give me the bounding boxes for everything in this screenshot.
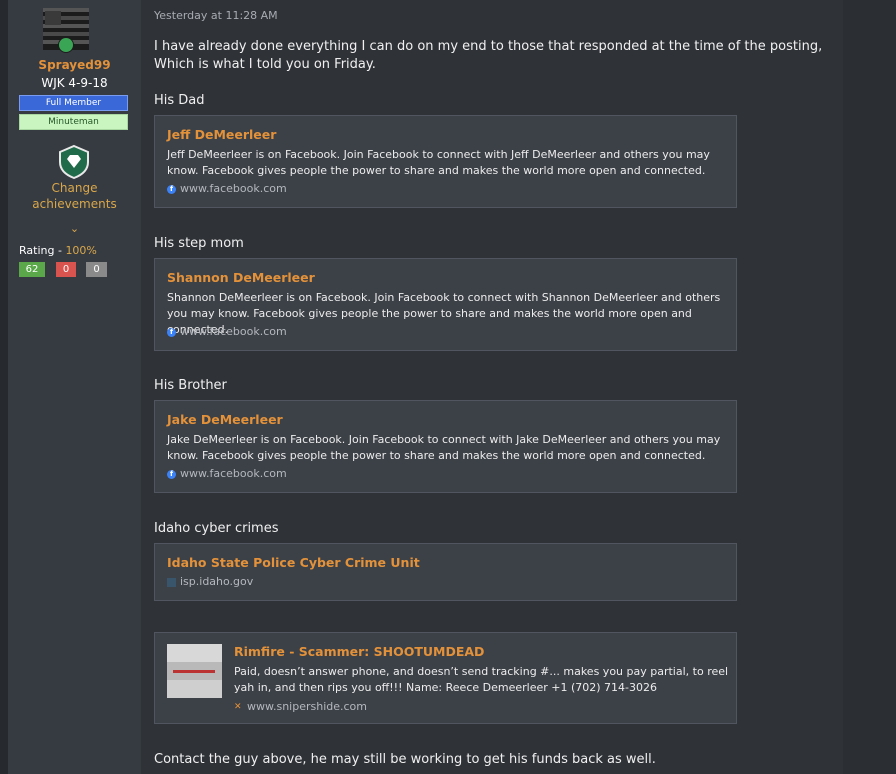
link-domain-text: isp.idaho.gov: [180, 575, 254, 588]
link-preview-shannon[interactable]: Shannon DeMeerleer Shannon DeMeerleer is…: [154, 258, 737, 351]
rating-negative-count[interactable]: 0: [56, 262, 76, 277]
rating-neutral-count[interactable]: 0: [86, 262, 107, 277]
banner-full-member: Full Member: [19, 95, 128, 111]
link-preview-title[interactable]: Shannon DeMeerleer: [167, 270, 315, 285]
diamond-shield-icon[interactable]: [56, 144, 92, 180]
label-his-dad: His Dad: [154, 93, 205, 108]
link-domain-text: www.facebook.com: [180, 467, 287, 480]
label-idaho-cyber-crimes: Idaho cyber crimes: [154, 521, 279, 536]
link-preview-domain: f www.facebook.com: [167, 467, 287, 480]
post-timestamp[interactable]: Yesterday at 11:28 AM: [154, 9, 278, 22]
page-edge: [0, 0, 8, 774]
link-preview-jeff[interactable]: Jeff DeMeerleer Jeff DeMeerleer is on Fa…: [154, 115, 737, 208]
username-link[interactable]: Sprayed99: [8, 58, 141, 72]
link-preview-description: Jake DeMeerleer is on Facebook. Join Fac…: [167, 433, 721, 462]
rating-label: Rating -: [19, 244, 66, 257]
link-preview-domain: f www.facebook.com: [167, 182, 287, 195]
change-achievements-link[interactable]: Change achievements: [8, 180, 141, 212]
link-preview-title[interactable]: Rimfire - Scammer: SHOOTUMDEAD: [234, 644, 484, 659]
rating-positive-count[interactable]: 62: [19, 262, 45, 277]
link-preview-jake[interactable]: Jake DeMeerleer Jake DeMeerleer is on Fa…: [154, 400, 737, 493]
link-domain-text: www.facebook.com: [180, 325, 287, 338]
post-intro-text: I have already done everything I can do …: [154, 39, 823, 72]
label-his-brother: His Brother: [154, 378, 227, 393]
user-title: WJK 4-9-18: [41, 76, 108, 90]
facebook-icon: f: [167, 327, 176, 337]
banner-minuteman: Minuteman: [19, 114, 128, 130]
post-closing-text: Contact the guy above, he may still be w…: [154, 752, 656, 767]
link-preview-domain: ✕ www.snipershide.com: [234, 700, 367, 713]
rating-percent: 100%: [65, 244, 97, 257]
link-preview-snipershide[interactable]: Rimfire - Scammer: SHOOTUMDEAD Paid, doe…: [154, 632, 737, 724]
link-preview-description: Paid, doesn’t answer phone, and doesn’t …: [234, 665, 729, 694]
facebook-icon: f: [167, 184, 176, 194]
link-preview-title[interactable]: Jake DeMeerleer: [167, 412, 283, 427]
rating-line: Rating - 100%: [19, 244, 97, 257]
isp-icon: [167, 577, 176, 587]
link-preview-title[interactable]: Jeff DeMeerleer: [167, 127, 276, 142]
facebook-icon: f: [167, 469, 176, 479]
online-status-icon: [58, 37, 74, 53]
link-preview-isp[interactable]: Idaho State Police Cyber Crime Unit isp.…: [154, 543, 737, 601]
link-domain-text: www.facebook.com: [180, 182, 287, 195]
link-preview-title[interactable]: Idaho State Police Cyber Crime Unit: [167, 555, 420, 570]
link-domain-text: www.snipershide.com: [247, 700, 368, 713]
right-gutter: [843, 0, 896, 774]
thread-thumbnail[interactable]: [167, 644, 222, 698]
link-preview-domain: isp.idaho.gov: [167, 575, 253, 588]
link-preview-description: Jeff DeMeerleer is on Facebook. Join Fac…: [167, 148, 710, 177]
chevron-down-icon[interactable]: ⌄: [8, 222, 141, 235]
link-preview-domain: f www.facebook.com: [167, 325, 287, 338]
crosshair-icon: ✕: [234, 701, 242, 712]
label-his-step-mom: His step mom: [154, 236, 244, 251]
